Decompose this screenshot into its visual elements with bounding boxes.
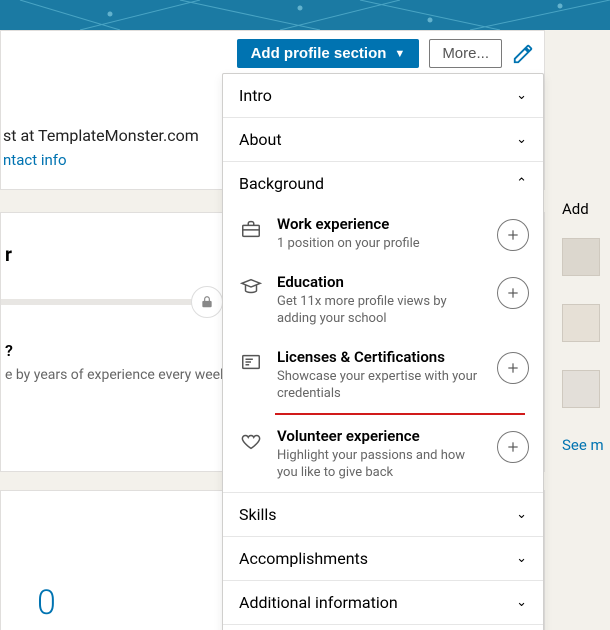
briefcase-icon <box>239 217 263 241</box>
dropdown-label: Skills <box>239 505 277 524</box>
dropdown-label: Accomplishments <box>239 549 368 568</box>
rail-heading-fragment: Add <box>562 200 610 218</box>
highlight-underline <box>275 413 525 415</box>
background-item-work-experience: Work experience 1 position on your profi… <box>223 205 543 263</box>
lock-icon <box>191 286 223 318</box>
dropdown-item-intro[interactable]: Intro ⌄ <box>223 74 543 118</box>
add-licenses-button[interactable] <box>497 352 529 384</box>
chevron-down-icon: ⌄ <box>516 551 527 566</box>
rail-thumbnail[interactable] <box>562 370 600 408</box>
more-button[interactable]: More... <box>429 39 502 68</box>
background-item-volunteer: Volunteer experience Highlight your pass… <box>223 417 543 492</box>
bg-item-subtitle: Highlight your passions and how you like… <box>277 447 483 482</box>
add-profile-section-button[interactable]: Add profile section ▼ <box>237 39 420 68</box>
profile-toolbar: Add profile section ▼ More... <box>237 39 534 68</box>
bg-item-title: Licenses & Certifications <box>277 348 483 366</box>
certificate-icon <box>239 350 263 374</box>
add-education-button[interactable] <box>497 277 529 309</box>
progress-track <box>1 299 221 305</box>
add-section-dropdown: Intro ⌄ About ⌄ Background ⌃ <box>222 73 544 630</box>
dropdown-item-supported-languages[interactable]: Supported languages ⌄ <box>223 625 543 630</box>
contact-info-link[interactable]: ntact info <box>1 151 67 169</box>
heart-hands-icon <box>239 429 263 453</box>
bg-item-subtitle: 1 position on your profile <box>277 235 483 253</box>
education-icon <box>239 275 263 299</box>
card-title-fragment: r <box>5 243 12 266</box>
background-item-education: Education Get 11x more profile views by … <box>223 263 543 338</box>
bg-item-subtitle: Get 11x more profile views by adding you… <box>277 293 483 328</box>
dropdown-item-background[interactable]: Background ⌃ <box>223 162 543 205</box>
chevron-up-icon: ⌃ <box>516 176 527 191</box>
dropdown-item-additional-info[interactable]: Additional information ⌄ <box>223 581 543 625</box>
right-rail: Add See m <box>562 200 610 454</box>
add-profile-section-label: Add profile section <box>251 45 387 62</box>
see-more-link[interactable]: See m <box>562 436 610 454</box>
edit-pencil-icon[interactable] <box>512 43 534 65</box>
background-item-licenses: Licenses & Certifications Showcase your … <box>223 338 543 413</box>
dropdown-label: About <box>239 130 282 149</box>
bg-item-title: Volunteer experience <box>277 427 483 445</box>
background-submenu: Work experience 1 position on your profi… <box>223 205 543 493</box>
profile-headline: st at TemplateMonster.com <box>1 126 199 145</box>
activity-count: 0 <box>37 583 56 623</box>
profile-hero-banner <box>0 0 610 30</box>
dropdown-item-skills[interactable]: Skills ⌄ <box>223 493 543 537</box>
bg-item-title: Work experience <box>277 215 483 233</box>
caret-down-icon: ▼ <box>394 48 405 60</box>
rail-thumbnail[interactable] <box>562 304 600 342</box>
dropdown-item-accomplishments[interactable]: Accomplishments ⌄ <box>223 537 543 581</box>
dropdown-label: Intro <box>239 86 272 105</box>
dropdown-item-about[interactable]: About ⌄ <box>223 118 543 162</box>
chevron-down-icon: ⌄ <box>516 132 527 147</box>
rail-thumbnail[interactable] <box>562 238 600 276</box>
dropdown-label: Additional information <box>239 593 398 612</box>
chevron-down-icon: ⌄ <box>516 595 527 610</box>
bg-item-title: Education <box>277 273 483 291</box>
dropdown-label: Background <box>239 174 324 193</box>
chevron-down-icon: ⌄ <box>516 88 527 103</box>
add-volunteer-button[interactable] <box>497 431 529 463</box>
prompt-question-fragment: ? <box>5 341 13 360</box>
chevron-down-icon: ⌄ <box>516 507 527 522</box>
prompt-subtext-fragment: e by years of experience every week <box>5 367 255 383</box>
add-work-experience-button[interactable] <box>497 219 529 251</box>
bg-item-subtitle: Showcase your expertise with your creden… <box>277 368 483 403</box>
